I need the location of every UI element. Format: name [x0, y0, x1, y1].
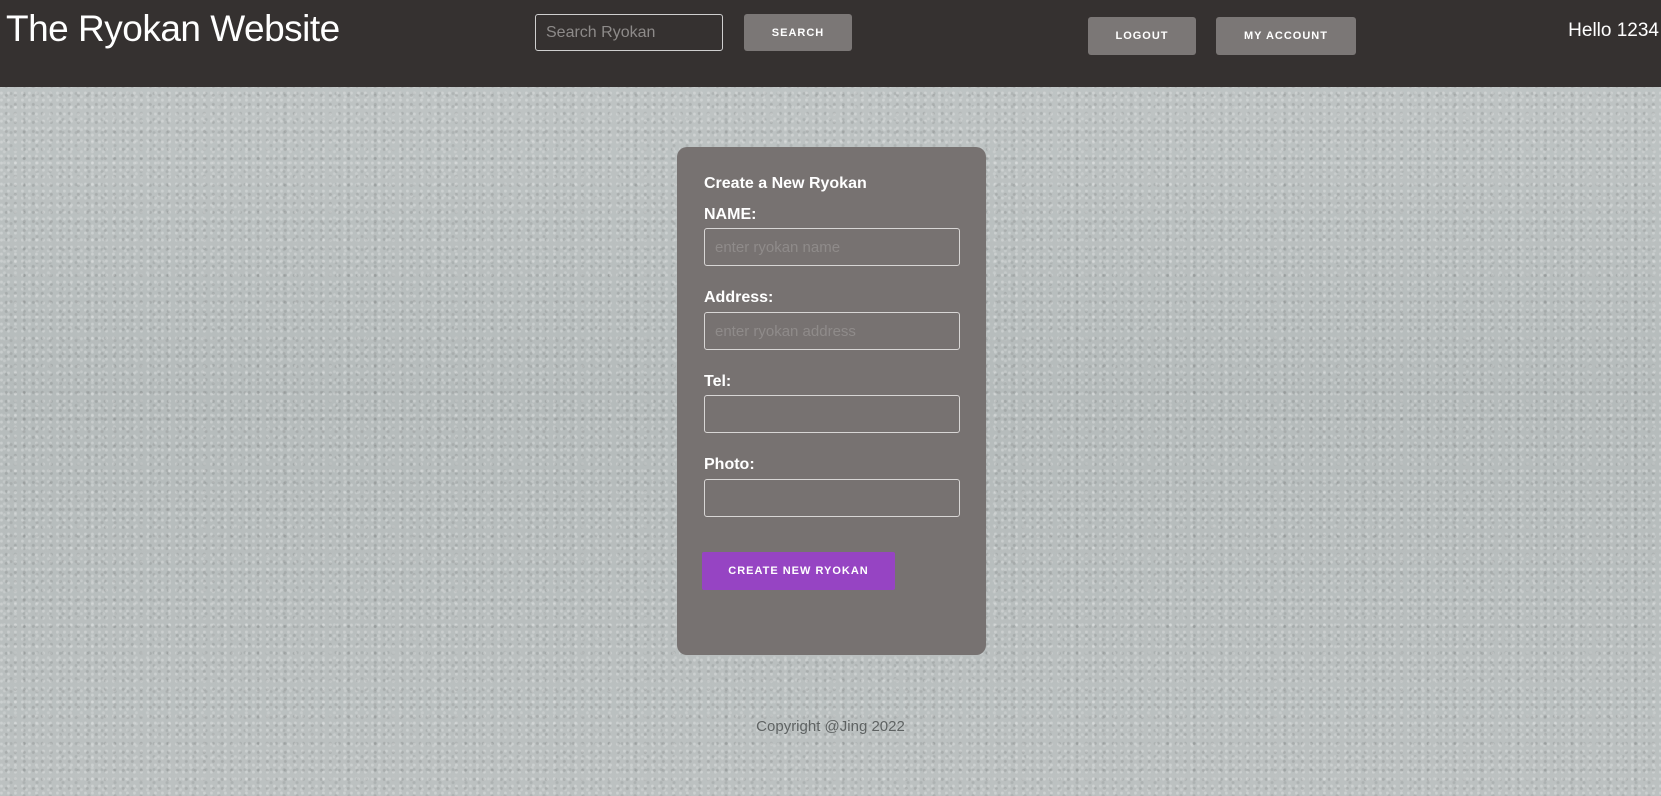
my-account-button[interactable]: MY ACCOUNT [1216, 17, 1356, 55]
name-label: NAME: [704, 206, 757, 223]
logout-button[interactable]: LOGOUT [1088, 17, 1196, 55]
search-input[interactable] [535, 14, 723, 51]
name-input[interactable] [704, 228, 960, 266]
address-label: Address: [704, 289, 774, 306]
tel-input[interactable] [704, 395, 960, 433]
address-input[interactable] [704, 312, 960, 350]
form-title: Create a New Ryokan [704, 175, 867, 192]
site-title[interactable]: The Ryokan Website [6, 8, 340, 50]
create-ryokan-button[interactable]: CREATE NEW RYOKAN [702, 552, 895, 590]
create-ryokan-form: Create a New Ryokan NAME: Address: Tel: … [677, 147, 986, 655]
tel-label: Tel: [704, 373, 732, 390]
footer-copyright: Copyright @Jing 2022 [756, 718, 905, 735]
photo-input[interactable] [704, 479, 960, 517]
photo-label: Photo: [704, 456, 755, 473]
user-greeting: Hello 1234 [1568, 20, 1659, 41]
search-button[interactable]: SEARCH [744, 14, 852, 51]
top-navbar: The Ryokan Website SEARCH LOGOUT MY ACCO… [0, 0, 1661, 87]
